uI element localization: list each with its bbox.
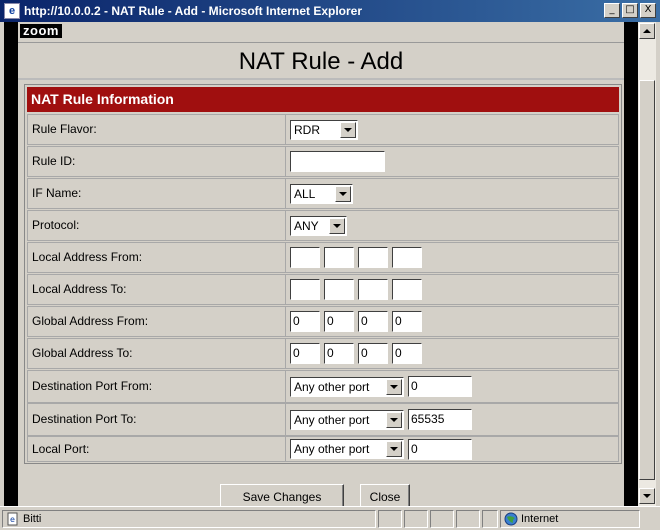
page-title: NAT Rule - Add — [238, 48, 404, 75]
chevron-down-icon[interactable] — [386, 411, 402, 428]
status-bar: e Bitti Internet — [0, 506, 660, 530]
page-content: zoom NAT Rule - Add NAT Rule Information… — [18, 22, 624, 506]
status-pane-1 — [378, 510, 402, 528]
row-global-address-from: Global Address From: 0 0 0 0 — [27, 306, 619, 337]
vertical-scrollbar[interactable] — [638, 22, 656, 506]
close-window-button[interactable]: X — [640, 3, 656, 18]
local-to-octet-4[interactable] — [392, 279, 422, 300]
global-to-octet-2[interactable]: 0 — [324, 343, 354, 364]
destination-port-to-select[interactable]: Any other port — [290, 409, 404, 430]
destination-port-to-input[interactable]: 65535 — [408, 409, 472, 430]
title-divider — [18, 78, 624, 80]
window-title: http://10.0.0.2 - NAT Rule - Add - Micro… — [24, 4, 363, 18]
status-pane-3 — [430, 510, 454, 528]
global-from-octet-2[interactable]: 0 — [324, 311, 354, 332]
chevron-down-icon[interactable] — [335, 185, 351, 202]
nat-rule-panel: NAT Rule Information Rule Flavor: RDR Ru… — [24, 84, 622, 464]
local-to-octet-3[interactable] — [358, 279, 388, 300]
global-to-octet-1[interactable]: 0 — [290, 343, 320, 364]
row-rule-flavor: Rule Flavor: RDR — [27, 114, 619, 145]
chevron-down-icon[interactable] — [340, 121, 356, 138]
row-destination-port-from: Destination Port From: Any other port 0 — [27, 370, 619, 403]
local-from-octet-4[interactable] — [392, 247, 422, 268]
row-local-port: Local Port: Any other port 0 — [27, 436, 619, 462]
global-to-octet-4[interactable]: 0 — [392, 343, 422, 364]
row-global-address-to: Global Address To: 0 0 0 0 — [27, 338, 619, 369]
destination-port-from-select[interactable]: Any other port — [290, 376, 404, 397]
page-done-icon: e — [7, 512, 18, 526]
row-local-address-to: Local Address To: — [27, 274, 619, 305]
chevron-down-icon[interactable] — [386, 441, 402, 457]
status-pane-5 — [482, 510, 498, 528]
row-protocol: Protocol: ANY — [27, 210, 619, 241]
window-titlebar: e http://10.0.0.2 - NAT Rule - Add - Mic… — [0, 0, 660, 22]
local-address-to-label: Local Address To: — [30, 275, 286, 304]
rule-flavor-select[interactable]: RDR — [290, 119, 358, 140]
close-button[interactable]: Close — [360, 484, 410, 506]
local-port-select[interactable]: Any other port — [290, 439, 404, 459]
row-if-name: IF Name: ALL — [27, 178, 619, 209]
window-controls: _ □ X — [604, 3, 656, 18]
row-local-address-from: Local Address From: — [27, 242, 619, 273]
status-pane-4 — [456, 510, 480, 528]
chevron-down-icon[interactable] — [329, 217, 345, 234]
global-from-octet-4[interactable]: 0 — [392, 311, 422, 332]
protocol-select[interactable]: ANY — [290, 215, 347, 236]
page-left-edge — [4, 22, 18, 506]
ie-icon: e — [4, 3, 20, 19]
logo-divider — [18, 42, 624, 43]
zone-pane: Internet — [500, 510, 640, 528]
maximize-button[interactable]: □ — [622, 3, 638, 18]
global-address-to-label: Global Address To: — [30, 339, 286, 368]
globe-icon — [504, 512, 518, 526]
rule-id-input[interactable] — [290, 151, 385, 172]
destination-port-from-label: Destination Port From: — [30, 371, 286, 402]
zone-text: Internet — [521, 513, 559, 525]
scroll-down-button[interactable] — [639, 488, 655, 504]
scroll-up-button[interactable] — [639, 23, 655, 39]
row-destination-port-to: Destination Port To: Any other port 6553… — [27, 403, 619, 436]
global-from-octet-3[interactable]: 0 — [358, 311, 388, 332]
save-changes-button[interactable]: Save Changes — [220, 484, 344, 506]
global-address-from-label: Global Address From: — [30, 307, 286, 336]
row-rule-id: Rule ID: — [27, 146, 619, 177]
destination-port-from-input[interactable]: 0 — [408, 376, 472, 397]
status-pane-2 — [404, 510, 428, 528]
panel-header: NAT Rule Information — [27, 87, 619, 112]
local-port-input[interactable]: 0 — [408, 438, 472, 460]
chevron-down-icon[interactable] — [386, 378, 402, 395]
protocol-label: Protocol: — [30, 211, 286, 240]
local-to-octet-1[interactable] — [290, 279, 320, 300]
global-to-octet-3[interactable]: 0 — [358, 343, 388, 364]
if-name-select[interactable]: ALL — [290, 183, 353, 204]
global-from-octet-1[interactable]: 0 — [290, 311, 320, 332]
rule-flavor-label: Rule Flavor: — [30, 115, 286, 144]
local-from-octet-2[interactable] — [324, 247, 354, 268]
local-to-octet-2[interactable] — [324, 279, 354, 300]
local-from-octet-1[interactable] — [290, 247, 320, 268]
destination-port-to-label: Destination Port To: — [30, 404, 286, 435]
minimize-button[interactable]: _ — [604, 3, 620, 18]
local-port-label: Local Port: — [30, 437, 286, 461]
rule-id-label: Rule ID: — [30, 147, 286, 176]
svg-text:e: e — [10, 515, 15, 524]
local-from-octet-3[interactable] — [358, 247, 388, 268]
if-name-label: IF Name: — [30, 179, 286, 208]
status-text-pane: e Bitti — [2, 510, 376, 528]
status-text: Bitti — [23, 513, 42, 525]
scroll-thumb[interactable] — [639, 80, 655, 480]
zoom-logo: zoom — [20, 24, 62, 38]
local-address-from-label: Local Address From: — [30, 243, 286, 272]
